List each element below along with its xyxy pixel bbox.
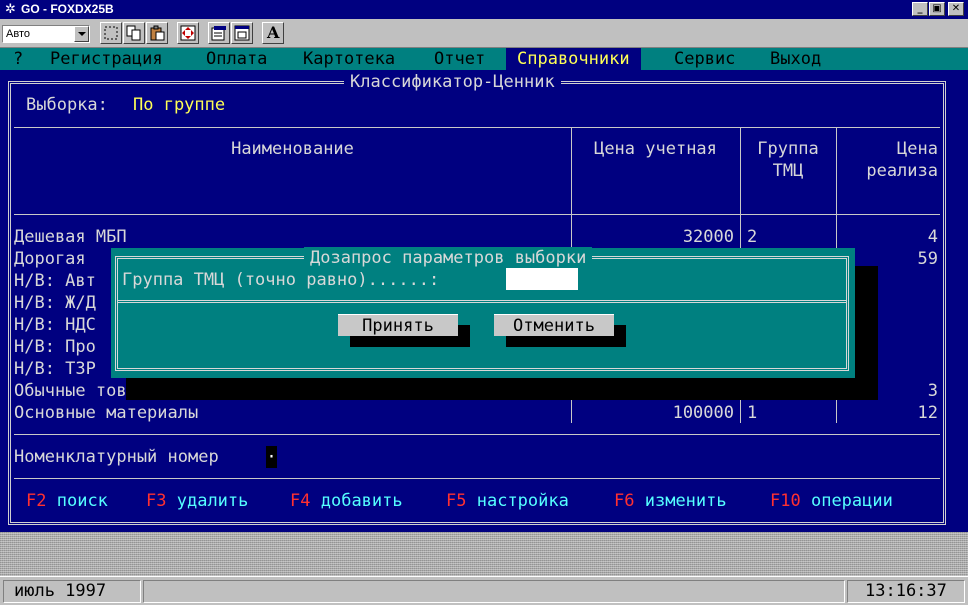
dialog-separator xyxy=(118,300,846,303)
table-top-rule xyxy=(14,127,940,128)
nomenclature-input[interactable]: · xyxy=(266,446,277,468)
column-header-realize[interactable]: Цена xyxy=(836,138,938,160)
window-background xyxy=(0,532,968,576)
table-row[interactable]: Дешевая МБП 32000 2 4 xyxy=(0,226,968,248)
background-icon xyxy=(234,25,250,41)
properties-icon xyxy=(211,26,226,41)
app-icon[interactable]: ✲ xyxy=(3,2,18,17)
tmc-group-label: Группа ТМЦ (точно равно)......: xyxy=(122,270,440,290)
hotkey-label: настройка xyxy=(476,491,569,511)
font-size-select[interactable]: Авто xyxy=(2,25,90,43)
copy-icon xyxy=(126,25,141,41)
menu-item-exit[interactable]: Выход xyxy=(770,48,821,70)
font-size-value: Авто xyxy=(6,28,30,40)
menu-item-payment[interactable]: Оплата xyxy=(206,48,267,70)
hotkey-label xyxy=(46,491,56,511)
cell-name: Дорогая xyxy=(14,249,86,269)
close-button[interactable]: ✕ xyxy=(948,2,964,16)
status-date: июль 1997 xyxy=(3,580,141,603)
menu-item-help[interactable]: ? xyxy=(13,48,23,70)
cell-name: Н/В: ТЗР xyxy=(14,359,96,379)
filter-label: Выборка: xyxy=(26,95,108,115)
cancel-button[interactable]: Отменить xyxy=(494,314,614,336)
hotkey-f4[interactable]: F4 добавить xyxy=(290,490,403,512)
table-bottom-rule xyxy=(14,434,940,435)
column-header-group-line2[interactable]: ТМЦ xyxy=(740,160,836,182)
hotkey-f2[interactable]: F2 поиск xyxy=(26,490,108,512)
table-header-rule xyxy=(14,214,940,215)
properties-button[interactable] xyxy=(208,22,230,44)
accept-button[interactable]: Принять xyxy=(338,314,458,336)
hotkey-label: добавить xyxy=(320,491,403,511)
hotkey-f6[interactable]: F6 изменить xyxy=(614,490,727,512)
cell-price: 32000 xyxy=(682,227,734,247)
hotkey-key: F6 xyxy=(614,491,635,511)
cell-name: Основные материалы xyxy=(14,403,199,423)
panel-title: Классификатор-Ценник xyxy=(344,71,561,93)
select-icon xyxy=(104,26,118,40)
menu-item-registration[interactable]: Регистрация xyxy=(50,48,163,70)
column-header-name[interactable]: Наименование xyxy=(14,138,571,160)
hotkey-label: операции xyxy=(810,491,893,511)
table-row[interactable]: Основные материалы 100000 1 12 xyxy=(0,402,968,424)
title-bar[interactable]: ✲ GO - FOXDX25B _ ▣ ✕ xyxy=(0,0,968,19)
cell-name: Н/В: НДС xyxy=(14,315,96,335)
menu-item-report[interactable]: Отчет xyxy=(434,48,485,70)
fullscreen-button[interactable] xyxy=(177,22,199,44)
font-icon: A xyxy=(267,23,280,42)
cell-realize: 12 xyxy=(917,403,938,423)
paste-button[interactable] xyxy=(146,22,168,44)
cell-name: Н/В: Авт xyxy=(14,271,96,291)
hotkey-rule xyxy=(14,478,940,479)
column-header-group[interactable]: Группа xyxy=(740,138,836,160)
window-title: GO - FOXDX25B xyxy=(21,2,114,16)
nomenclature-label: Номенклатурный номер xyxy=(14,447,219,467)
hotkey-key: F10 xyxy=(770,491,801,511)
cell-name: Н/В: Ж/Д xyxy=(14,293,96,313)
copy-button[interactable] xyxy=(123,22,145,44)
tmc-group-input[interactable] xyxy=(506,268,578,290)
hotkey-key: F4 xyxy=(290,491,311,511)
hotkey-label: поиск xyxy=(56,491,108,511)
hotkey-key: F3 xyxy=(146,491,167,511)
font-button[interactable]: A xyxy=(262,22,284,44)
background-button[interactable] xyxy=(231,22,253,44)
filter-value[interactable]: По группе xyxy=(133,94,225,116)
cell-name: Дешевая МБП xyxy=(14,227,127,247)
maximize-button[interactable]: ▣ xyxy=(929,2,945,16)
paste-icon xyxy=(150,25,165,41)
hotkey-f3[interactable]: F3 удалить xyxy=(146,490,248,512)
hotkey-label: удалить xyxy=(176,491,249,511)
cell-name: Н/В: Про xyxy=(14,337,96,357)
column-header-price[interactable]: Цена учетная xyxy=(571,138,740,160)
cell-group: 2 xyxy=(747,227,758,247)
cell-group: 1 xyxy=(747,403,758,423)
hotkey-f5[interactable]: F5 настройка xyxy=(446,490,569,512)
status-message xyxy=(143,580,845,603)
select-button[interactable] xyxy=(100,22,122,44)
column-header-realize-line2[interactable]: реализа xyxy=(836,160,938,182)
status-bar: июль 1997 13:16:37 xyxy=(0,576,968,605)
dialog-title: Дозапрос параметров выборки xyxy=(304,247,593,269)
fullscreen-icon xyxy=(180,25,196,41)
toolbar: Авто A xyxy=(0,19,968,48)
cell-price: 100000 xyxy=(672,403,734,423)
hotkey-key: F5 xyxy=(446,491,467,511)
menu-item-service[interactable]: Сервис xyxy=(674,48,735,70)
minimize-button[interactable]: _ xyxy=(912,2,928,16)
status-time: 13:16:37 xyxy=(847,580,965,603)
hotkey-key: F2 xyxy=(26,491,47,511)
cell-realize: 4 xyxy=(927,227,938,247)
menu-item-references[interactable]: Справочники xyxy=(506,48,641,70)
menu-item-card-index[interactable]: Картотека xyxy=(303,48,395,70)
hotkey-f10[interactable]: F10 операции xyxy=(770,490,893,512)
hotkey-label: изменить xyxy=(644,491,727,511)
chevron-down-icon[interactable] xyxy=(74,26,89,42)
